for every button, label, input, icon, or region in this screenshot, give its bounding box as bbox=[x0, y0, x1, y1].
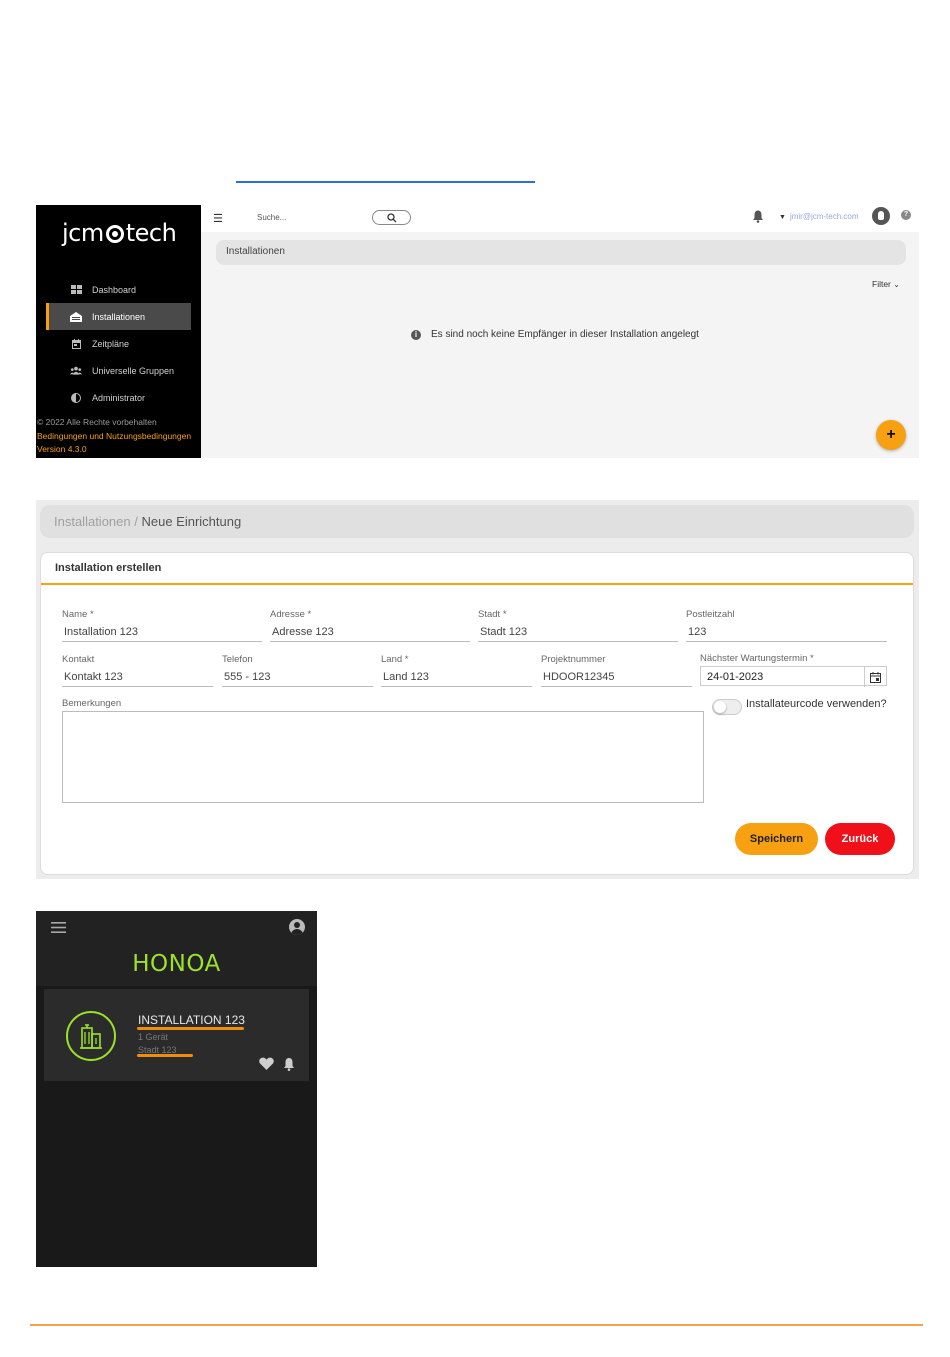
maintenance-date-input[interactable]: 24-01-2023 bbox=[700, 666, 887, 687]
breadcrumb: Installationen bbox=[216, 240, 906, 265]
sidebar-footer: © 2022 Alle Rechte vorbehalten Bedingung… bbox=[37, 416, 191, 457]
address-field: Adresse * Adresse 123 bbox=[270, 609, 470, 642]
building-icon bbox=[66, 1011, 116, 1061]
city-field: Stadt * Stadt 123 bbox=[478, 609, 678, 642]
sidebar-item-universal-groups[interactable]: Universelle Gruppen bbox=[46, 357, 191, 384]
back-button[interactable]: Zurück bbox=[825, 823, 895, 855]
sidebar-item-label: Installationen bbox=[92, 311, 146, 322]
sidebar-item-schedules[interactable]: Zeitpläne bbox=[46, 330, 191, 357]
chevron-down-icon: ⌄ bbox=[893, 280, 900, 289]
calendar-icon bbox=[70, 338, 82, 349]
address-input[interactable]: Adresse 123 bbox=[270, 622, 470, 642]
mobile-app-screen: HONOA INSTALLATION 123 1 Gerät Stadt 123 bbox=[36, 911, 317, 1267]
form-title: Installation erstellen bbox=[41, 553, 913, 585]
app-title: HONOA bbox=[132, 951, 221, 977]
filter-button[interactable]: Filter ⌄ bbox=[872, 279, 900, 289]
phone-field: Telefon 555 - 123 bbox=[222, 654, 373, 687]
name-highlight bbox=[137, 1027, 244, 1030]
zip-input[interactable]: 123 bbox=[686, 622, 887, 642]
remarks-textarea[interactable] bbox=[62, 711, 704, 803]
mobile-header: HONOA bbox=[36, 911, 317, 986]
breadcrumb: Installationen / Neue Einrichtung bbox=[40, 505, 914, 538]
grid-icon bbox=[70, 285, 82, 295]
link-underline bbox=[236, 181, 535, 183]
sidebar-item-administrator[interactable]: Administrator bbox=[46, 384, 191, 411]
logo-ring-icon bbox=[105, 225, 124, 243]
version-text: Version 4.3.0 bbox=[37, 444, 87, 454]
building-icon bbox=[70, 311, 82, 322]
search-input[interactable]: Suche... bbox=[257, 213, 286, 222]
save-button[interactable]: Speichern bbox=[735, 823, 818, 855]
search-button[interactable] bbox=[372, 210, 411, 225]
heart-icon[interactable] bbox=[259, 1057, 274, 1070]
group-icon bbox=[70, 366, 82, 376]
add-installation-button[interactable]: + bbox=[876, 420, 906, 450]
lightbulb-icon[interactable] bbox=[872, 207, 890, 225]
installation-name: INSTALLATION 123 bbox=[138, 1013, 245, 1027]
country-input[interactable]: Land 123 bbox=[381, 667, 532, 687]
installation-card[interactable]: INSTALLATION 123 1 Gerät Stadt 123 bbox=[44, 989, 309, 1081]
caret-down-icon: ▼ bbox=[779, 214, 786, 221]
country-field: Land * Land 123 bbox=[381, 654, 532, 687]
bell-icon[interactable] bbox=[752, 210, 764, 223]
sidebar-nav: Dashboard Installationen Zeitpläne Unive… bbox=[46, 276, 191, 411]
help-icon[interactable]: ? bbox=[901, 210, 911, 220]
web-app-installations-screen: jcm tech Dashboard Installationen Zeitplä… bbox=[36, 205, 919, 458]
menu-icon[interactable]: ☰ bbox=[213, 212, 223, 225]
installer-code-label: Installateurcode verwenden? bbox=[746, 698, 887, 710]
create-installation-screen: Installationen / Neue Einrichtung Instal… bbox=[36, 500, 919, 879]
top-bar: ☰ Suche... ▼ jmir@jcm-tech.com ? bbox=[201, 205, 919, 232]
phone-input[interactable]: 555 - 123 bbox=[222, 667, 373, 687]
account-icon[interactable] bbox=[289, 919, 305, 935]
installation-form-card: Installation erstellen Name * Installati… bbox=[40, 552, 914, 875]
footer-divider bbox=[30, 1324, 923, 1326]
sidebar-item-dashboard[interactable]: Dashboard bbox=[46, 276, 191, 303]
user-email: jmir@jcm-tech.com bbox=[789, 212, 859, 221]
sidebar: jcm tech Dashboard Installationen Zeitplä… bbox=[36, 205, 201, 458]
maintenance-date-field: Nächster Wartungstermin * 24-01-2023 bbox=[700, 653, 887, 687]
remarks-label: Bemerkungen bbox=[62, 698, 122, 709]
info-icon: i bbox=[411, 329, 421, 340]
city-input[interactable]: Stadt 123 bbox=[478, 622, 678, 642]
breadcrumb-current: Neue Einrichtung bbox=[141, 514, 242, 529]
menu-icon[interactable] bbox=[51, 922, 66, 933]
name-field: Name * Installation 123 bbox=[62, 609, 262, 642]
calendar-icon[interactable] bbox=[864, 667, 886, 687]
project-number-input[interactable]: HDOOR12345 bbox=[541, 667, 692, 687]
installer-code-toggle[interactable] bbox=[712, 699, 742, 715]
terms-link[interactable]: Bedingungen und Nutzungsbedingungen bbox=[37, 430, 191, 444]
contact-input[interactable]: Kontakt 123 bbox=[62, 667, 213, 687]
empty-message: Es sind noch keine Empfänger in dieser I… bbox=[431, 329, 699, 340]
zip-field: Postleitzahl 123 bbox=[686, 609, 887, 642]
breadcrumb-parent[interactable]: Installationen bbox=[54, 514, 131, 529]
device-count: 1 Gerät bbox=[138, 1032, 169, 1042]
jcm-tech-logo: jcm tech bbox=[62, 219, 177, 247]
search-icon bbox=[387, 213, 397, 223]
sidebar-item-installations[interactable]: Installationen bbox=[46, 303, 191, 330]
user-menu[interactable]: ▼ jmir@jcm-tech.com bbox=[779, 212, 859, 221]
sidebar-item-label: Dashboard bbox=[92, 284, 137, 295]
city-highlight bbox=[137, 1054, 193, 1057]
copyright-text: © 2022 Alle Rechte vorbehalten bbox=[37, 417, 157, 427]
sidebar-item-label: Universelle Gruppen bbox=[92, 365, 175, 376]
contact-field: Kontakt Kontakt 123 bbox=[62, 654, 213, 687]
bell-icon[interactable] bbox=[283, 1057, 295, 1071]
contrast-icon bbox=[70, 392, 82, 403]
project-number-field: Projektnummer HDOOR12345 bbox=[541, 654, 692, 687]
sidebar-item-label: Administrator bbox=[92, 392, 146, 403]
name-input[interactable]: Installation 123 bbox=[62, 622, 262, 642]
empty-state: i Es sind noch keine Empfänger in dieser… bbox=[411, 329, 699, 340]
sidebar-item-label: Zeitpläne bbox=[92, 338, 130, 349]
